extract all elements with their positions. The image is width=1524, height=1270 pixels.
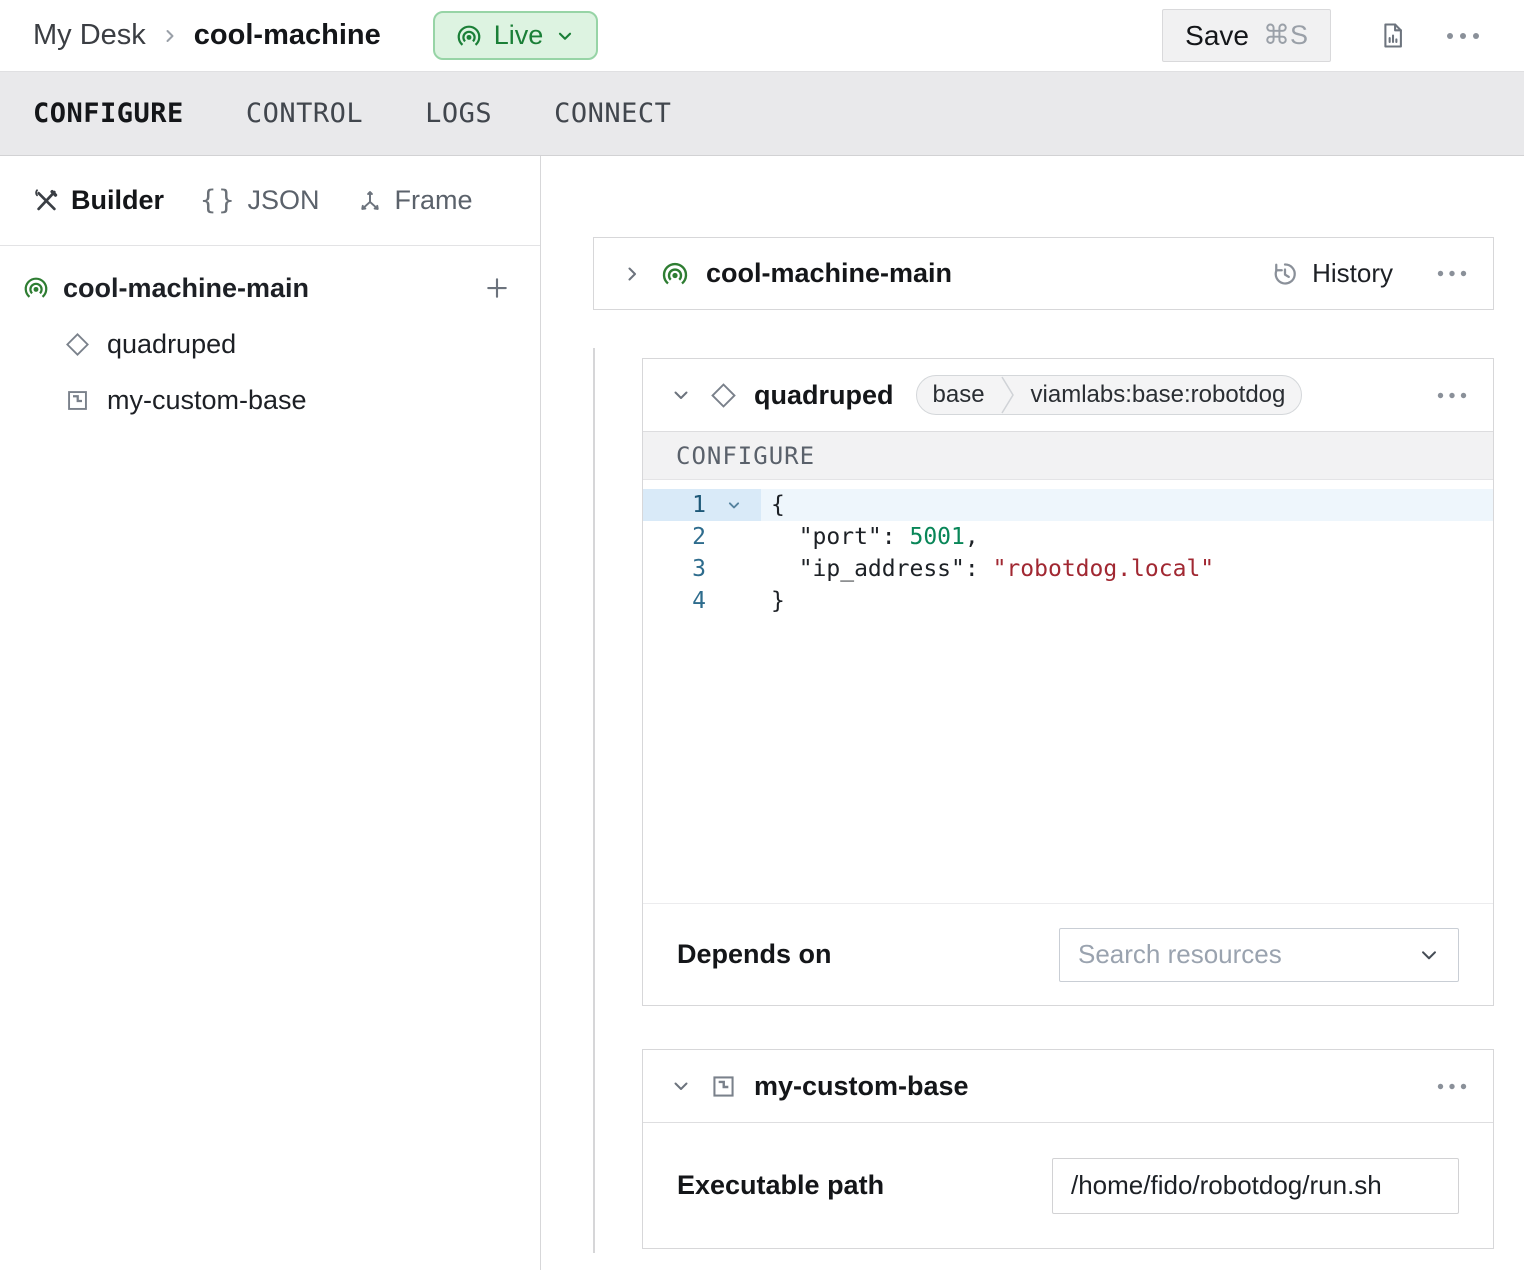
machine-part-title: cool-machine-main	[706, 258, 952, 289]
my-custom-base-card-header: my-custom-base	[643, 1050, 1493, 1123]
save-button[interactable]: Save ⌘S	[1162, 9, 1331, 62]
tree-item-machine-part[interactable]: cool-machine-main	[0, 260, 540, 316]
process-icon	[64, 387, 91, 414]
machine-part-card-header: cool-machine-main History	[594, 238, 1493, 309]
more-menu-icon[interactable]	[1437, 270, 1467, 277]
line-number: 1	[643, 492, 706, 518]
badge-divider	[1001, 376, 1015, 414]
tree-item-label: cool-machine-main	[63, 273, 309, 304]
view-json-label: JSON	[248, 185, 320, 216]
chevron-down-icon	[1416, 942, 1442, 968]
braces-icon: {}	[200, 185, 237, 216]
code-text: {	[761, 492, 785, 518]
badge-type: base	[917, 381, 1001, 409]
code-line-3[interactable]: 3 "ip_address": "robotdog.local"	[643, 553, 1493, 585]
quadruped-card-header: quadruped base viamlabs:base:robotdog	[643, 359, 1493, 431]
executable-path-row: Executable path	[643, 1123, 1493, 1248]
code-text: "ip_address": "robotdog.local"	[761, 556, 1214, 582]
history-button[interactable]: History	[1270, 258, 1393, 289]
code-text: }	[761, 588, 785, 614]
view-json[interactable]: {} JSON	[200, 185, 320, 216]
save-shortcut: ⌘S	[1263, 20, 1308, 51]
config-main: cool-machine-main History	[541, 156, 1524, 1270]
fold-chevron-icon[interactable]	[706, 495, 761, 515]
depends-on-select[interactable]: Search resources	[1059, 928, 1459, 982]
gutter: 4	[643, 585, 761, 617]
tab-logs[interactable]: LOGS	[425, 98, 492, 129]
tree-item-label: quadruped	[107, 329, 236, 360]
machine-part-card: cool-machine-main History	[593, 237, 1494, 310]
more-menu-icon[interactable]	[1437, 1083, 1467, 1090]
gutter: 2	[643, 521, 761, 553]
view-frame-label: Frame	[395, 185, 473, 216]
collapse-chevron-down-icon[interactable]	[669, 383, 693, 407]
attributes-json-editor[interactable]: 1 { 2 "port": 5001,	[643, 480, 1493, 904]
tree-item-quadruped[interactable]: quadruped	[0, 316, 540, 372]
tree-item-label: my-custom-base	[107, 385, 307, 416]
line-number: 3	[643, 556, 706, 582]
add-resource-icon[interactable]	[482, 273, 512, 303]
tree-connector-line	[593, 348, 595, 1253]
view-builder-label: Builder	[71, 185, 164, 216]
view-frame[interactable]: Frame	[356, 185, 473, 216]
history-icon	[1270, 259, 1300, 289]
code-line-1[interactable]: 1 {	[643, 489, 1493, 521]
collapse-chevron-down-icon[interactable]	[669, 1074, 693, 1098]
save-label: Save	[1185, 20, 1249, 52]
gutter: 3	[643, 553, 761, 585]
live-signal-icon	[455, 22, 483, 50]
config-sidebar: Builder {} JSON Frame	[0, 156, 541, 1270]
executable-path-label: Executable path	[677, 1170, 884, 1201]
model-badge: base viamlabs:base:robotdog	[916, 375, 1303, 415]
my-custom-base-title: my-custom-base	[754, 1071, 969, 1102]
badge-model: viamlabs:base:robotdog	[1015, 381, 1302, 409]
view-toggle: Builder {} JSON Frame	[0, 156, 540, 246]
live-signal-icon	[22, 274, 50, 302]
process-icon	[709, 1072, 738, 1101]
chevron-right-icon	[160, 26, 180, 46]
more-menu-icon[interactable]	[1437, 392, 1467, 399]
resource-tree: cool-machine-main quadruped my-custom-ba…	[0, 246, 540, 428]
topbar-actions: Save ⌘S	[1162, 9, 1480, 62]
depends-on-label: Depends on	[677, 939, 832, 970]
code-line-2[interactable]: 2 "port": 5001,	[643, 521, 1493, 553]
gutter: 1	[643, 489, 761, 521]
tab-connect[interactable]: CONNECT	[554, 98, 671, 129]
code-line-4[interactable]: 4 }	[643, 585, 1493, 617]
component-diamond-icon	[709, 381, 738, 410]
frame-axes-icon	[356, 187, 384, 215]
code-text: "port": 5001,	[761, 524, 979, 550]
top-bar: My Desk cool-machine Live Save ⌘S	[0, 0, 1524, 72]
machine-report-icon[interactable]	[1377, 17, 1408, 54]
tree-item-my-custom-base[interactable]: my-custom-base	[0, 372, 540, 428]
quadruped-card: quadruped base viamlabs:base:robotdog CO…	[642, 358, 1494, 1006]
quadruped-title: quadruped	[754, 380, 894, 411]
configure-section-label: CONFIGURE	[643, 431, 1493, 480]
depends-on-row: Depends on Search resources	[643, 904, 1493, 1005]
executable-path-input[interactable]	[1052, 1158, 1459, 1214]
component-diamond-icon	[64, 331, 91, 358]
history-label: History	[1312, 258, 1393, 289]
chevron-down-icon	[554, 25, 576, 47]
line-number: 2	[643, 524, 706, 550]
more-menu-icon[interactable]	[1446, 32, 1480, 40]
expand-chevron-right-icon[interactable]	[620, 262, 644, 286]
breadcrumb-current: cool-machine	[194, 19, 381, 52]
my-custom-base-card: my-custom-base Executable path	[642, 1049, 1494, 1249]
machine-tabs: CONFIGURE CONTROL LOGS CONNECT	[0, 72, 1524, 156]
view-builder[interactable]: Builder	[33, 185, 164, 216]
breadcrumb-parent[interactable]: My Desk	[33, 19, 146, 52]
line-number: 4	[643, 588, 706, 614]
live-signal-icon	[660, 259, 690, 289]
tab-control[interactable]: CONTROL	[246, 98, 363, 129]
depends-on-placeholder: Search resources	[1078, 939, 1282, 970]
tools-icon	[33, 187, 60, 214]
machine-status-dropdown[interactable]: Live	[433, 11, 599, 60]
status-label: Live	[494, 20, 544, 51]
tab-configure[interactable]: CONFIGURE	[33, 98, 184, 129]
